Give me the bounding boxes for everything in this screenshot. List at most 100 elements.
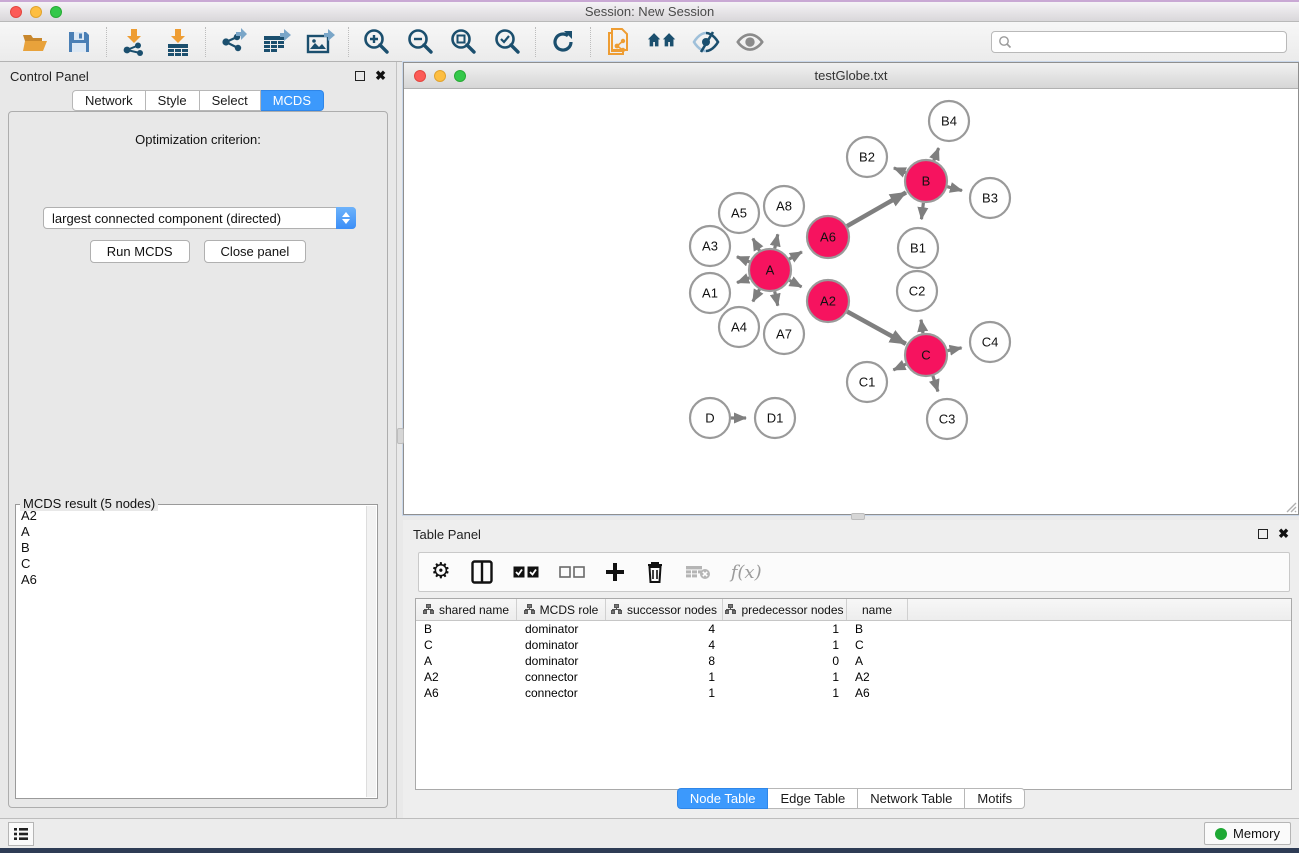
close-panel-button[interactable]: Close panel	[204, 240, 307, 263]
function-builder-icon[interactable]: f(x)	[731, 558, 762, 586]
cell-predecessor-nodes[interactable]: 0	[723, 653, 847, 669]
result-item[interactable]: A2	[19, 508, 365, 524]
cell-MCDS-role[interactable]: dominator	[517, 621, 606, 637]
save-session-icon[interactable]	[64, 27, 94, 57]
resize-grip-icon[interactable]	[1284, 500, 1297, 513]
column-header-MCDS-role[interactable]: MCDS role	[517, 599, 606, 620]
hide-labels-icon[interactable]	[691, 27, 721, 57]
mcds-result-list[interactable]: A2ABCA6	[19, 508, 365, 795]
edge-A-A7[interactable]	[775, 291, 778, 305]
result-item[interactable]: B	[19, 540, 365, 556]
show-graphics-icon[interactable]	[735, 27, 765, 57]
cell-name[interactable]: C	[847, 637, 908, 653]
cell-successor-nodes[interactable]: 8	[606, 653, 723, 669]
cell-successor-nodes[interactable]: 1	[606, 669, 723, 685]
export-image-icon[interactable]	[306, 27, 336, 57]
cell-name[interactable]: A2	[847, 669, 908, 685]
column-header-shared-name[interactable]: shared name	[416, 599, 517, 620]
table-row[interactable]: Bdominator41B	[416, 621, 1291, 637]
cell-shared-name[interactable]: C	[416, 637, 517, 653]
float-panel-icon[interactable]	[355, 71, 365, 81]
cell-MCDS-role[interactable]: connector	[517, 685, 606, 701]
memory-button[interactable]: Memory	[1204, 822, 1291, 845]
close-panel-icon[interactable]: ✖	[375, 71, 386, 81]
edge-B-B4[interactable]	[934, 148, 939, 160]
cell-shared-name[interactable]: A6	[416, 685, 517, 701]
edge-C-C1[interactable]	[893, 364, 906, 370]
result-item[interactable]: A6	[19, 572, 365, 588]
zoom-fit-icon[interactable]	[449, 27, 479, 57]
delete-table-icon[interactable]	[685, 558, 711, 586]
zoom-in-icon[interactable]	[361, 27, 391, 57]
cell-successor-nodes[interactable]: 4	[606, 621, 723, 637]
search-input[interactable]	[1013, 33, 1286, 51]
zoom-out-icon[interactable]	[405, 27, 435, 57]
cell-predecessor-nodes[interactable]: 1	[723, 637, 847, 653]
edge-C-C2[interactable]	[921, 320, 923, 333]
cell-predecessor-nodes[interactable]: 1	[723, 669, 847, 685]
cyndex-homes-icon[interactable]	[647, 27, 677, 57]
network-canvas[interactable]: B4B2BB3A5A8A6A3B1AC2A1A2A4A7CC4C1C3DD1	[404, 89, 1298, 514]
float-table-panel-icon[interactable]	[1258, 529, 1268, 539]
edge-A-A8[interactable]	[775, 234, 778, 248]
criterion-dropdown[interactable]: largest connected component (directed)	[43, 207, 356, 229]
edge-A-A1[interactable]	[737, 278, 749, 283]
table-row[interactable]: A2connector11A2	[416, 669, 1291, 685]
network-window-titlebar[interactable]: testGlobe.txt	[404, 63, 1298, 89]
delete-icon[interactable]	[645, 558, 665, 586]
column-header-predecessor-nodes[interactable]: predecessor nodes	[723, 599, 847, 620]
import-network-icon[interactable]	[119, 27, 149, 57]
edge-A-A2[interactable]	[789, 280, 801, 286]
edge-A6-B[interactable]	[847, 192, 906, 226]
deselect-all-icon[interactable]	[559, 558, 585, 586]
edge-A-A6[interactable]	[789, 252, 802, 259]
edge-A-A5[interactable]	[753, 238, 760, 250]
column-header-name[interactable]: name	[847, 599, 908, 620]
select-all-icon[interactable]	[513, 558, 539, 586]
cell-predecessor-nodes[interactable]: 1	[723, 621, 847, 637]
edge-B-B2[interactable]	[894, 168, 906, 173]
export-network-icon[interactable]	[218, 27, 248, 57]
column-layout-icon[interactable]	[471, 558, 493, 586]
cell-predecessor-nodes[interactable]: 1	[723, 685, 847, 701]
tab-select[interactable]: Select	[200, 90, 261, 111]
table-row[interactable]: Cdominator41C	[416, 637, 1291, 653]
cell-shared-name[interactable]: A2	[416, 669, 517, 685]
edge-C-C4[interactable]	[948, 348, 962, 351]
add-column-icon[interactable]	[605, 558, 625, 586]
import-table-icon[interactable]	[163, 27, 193, 57]
cell-shared-name[interactable]: B	[416, 621, 517, 637]
result-item[interactable]: C	[19, 556, 365, 572]
edge-A2-C[interactable]	[847, 312, 906, 344]
edge-C-C3[interactable]	[933, 376, 938, 392]
tab-network[interactable]: Network	[72, 90, 146, 111]
table-row[interactable]: Adominator80A	[416, 653, 1291, 669]
cell-name[interactable]: A	[847, 653, 908, 669]
close-table-panel-icon[interactable]: ✖	[1278, 529, 1289, 539]
cell-name[interactable]: A6	[847, 685, 908, 701]
run-mcds-button[interactable]: Run MCDS	[90, 240, 190, 263]
edge-B-B3[interactable]	[947, 187, 962, 191]
vertical-splitter-grip[interactable]	[397, 428, 404, 444]
result-item[interactable]: A	[19, 524, 365, 540]
column-header-successor-nodes[interactable]: successor nodes	[606, 599, 723, 620]
task-history-button[interactable]	[8, 822, 34, 846]
open-file-icon[interactable]	[20, 27, 50, 57]
cell-MCDS-role[interactable]: connector	[517, 669, 606, 685]
tab-node-table[interactable]: Node Table	[677, 788, 769, 809]
export-table-icon[interactable]	[262, 27, 292, 57]
cell-successor-nodes[interactable]: 1	[606, 685, 723, 701]
tab-mcds[interactable]: MCDS	[261, 90, 324, 111]
search-field[interactable]	[991, 31, 1287, 53]
zoom-selected-icon[interactable]	[493, 27, 523, 57]
table-settings-icon[interactable]: ⚙	[431, 558, 451, 586]
network-file-icon[interactable]	[603, 27, 633, 57]
cell-name[interactable]: B	[847, 621, 908, 637]
edge-A-A4[interactable]	[753, 289, 760, 301]
tab-style[interactable]: Style	[146, 90, 200, 111]
table-row[interactable]: A6connector11A6	[416, 685, 1291, 701]
cell-MCDS-role[interactable]: dominator	[517, 653, 606, 669]
tab-motifs[interactable]: Motifs	[965, 788, 1025, 809]
refresh-icon[interactable]	[548, 27, 578, 57]
cell-successor-nodes[interactable]: 4	[606, 637, 723, 653]
